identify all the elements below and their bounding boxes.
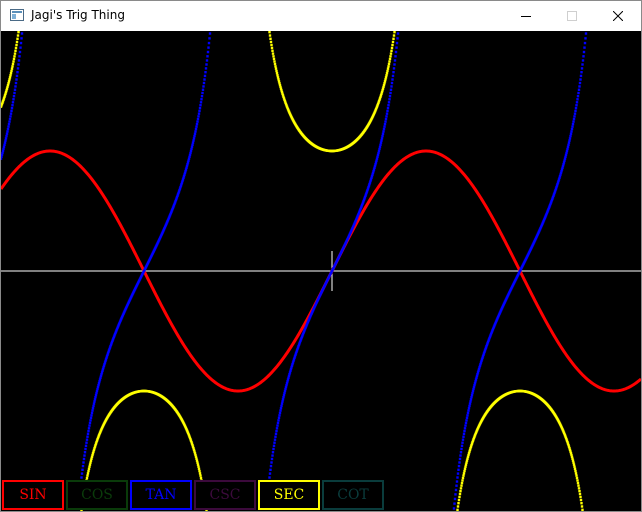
sin-button[interactable]: SIN bbox=[2, 480, 64, 510]
app-icon bbox=[10, 9, 24, 21]
title-bar[interactable]: Jagi's Trig Thing bbox=[1, 1, 641, 31]
close-button[interactable] bbox=[595, 1, 641, 31]
cos-button[interactable]: COS bbox=[66, 480, 128, 510]
minimize-icon bbox=[521, 16, 531, 17]
cot-button[interactable]: COT bbox=[322, 480, 384, 510]
window-title: Jagi's Trig Thing bbox=[31, 8, 125, 22]
trig-plot bbox=[1, 31, 641, 511]
tan-button[interactable]: TAN bbox=[130, 480, 192, 510]
close-icon bbox=[613, 11, 623, 21]
maximize-icon bbox=[567, 11, 577, 21]
sec-button[interactable]: SEC bbox=[258, 480, 320, 510]
maximize-button[interactable] bbox=[549, 1, 595, 31]
csc-button[interactable]: CSC bbox=[194, 480, 256, 510]
app-window: Jagi's Trig Thing SIN COS TAN CSC SEC CO… bbox=[0, 0, 642, 512]
minimize-button[interactable] bbox=[503, 1, 549, 31]
plot-canvas[interactable]: SIN COS TAN CSC SEC COT bbox=[1, 31, 641, 511]
